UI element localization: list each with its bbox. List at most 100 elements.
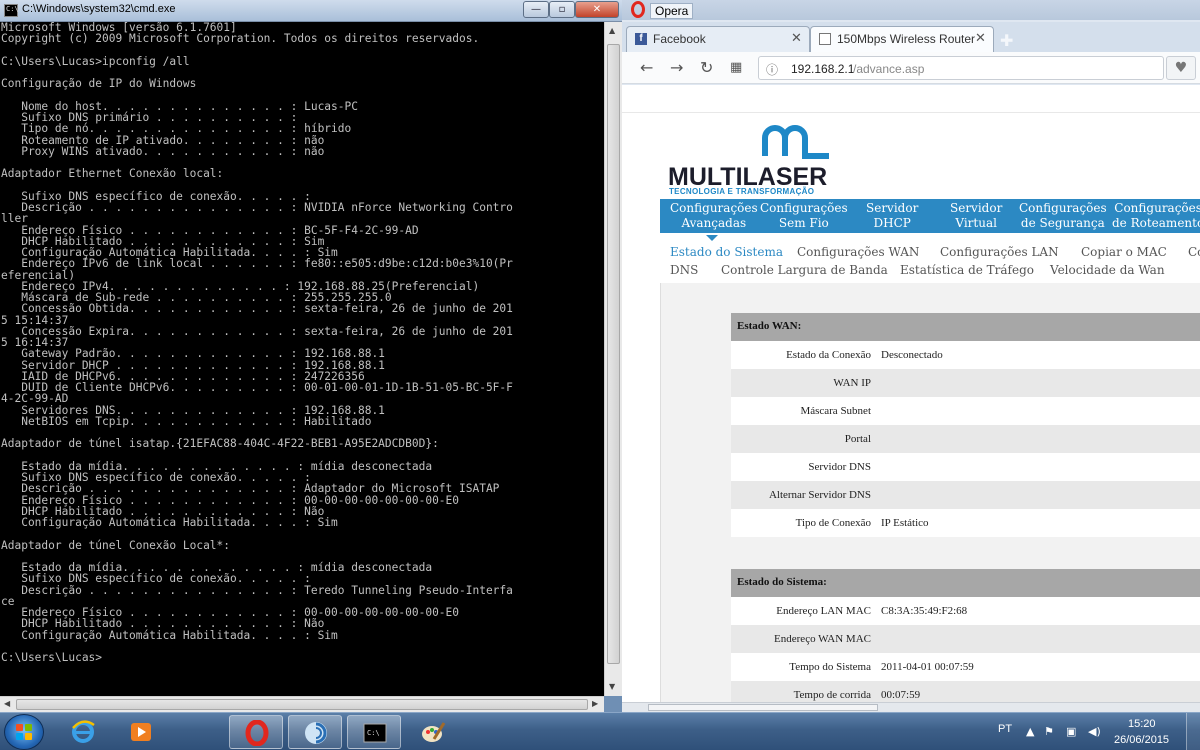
taskbar: C:\ PT ▲ ⚑ ▣ ◀) 15:20 26/06/2015 (0, 712, 1200, 750)
maximize-button[interactable]: ▫ (549, 1, 575, 18)
address-bar[interactable]: ⓘ 192.168.2.1 /advance.asp (758, 56, 1164, 80)
submenu-wan-settings[interactable]: Configurações WAN (797, 245, 919, 259)
scroll-down-icon[interactable]: ▼ (609, 682, 615, 691)
menu-virtual-server[interactable]: Servidor Virtual (950, 201, 1002, 231)
cmd-vertical-scrollbar[interactable]: ▲ ▼ (604, 22, 622, 696)
scroll-right-icon[interactable]: ▶ (592, 699, 598, 708)
speed-dial-icon[interactable]: ▦ (730, 60, 742, 75)
new-tab-icon[interactable]: ✚ (1000, 31, 1013, 50)
taskbar-cmd[interactable]: C:\ (347, 715, 401, 749)
console-line: Concessão Obtida. . . . . . . . . . . . … (1, 302, 513, 316)
opera-window: Opera f Facebook ✕ 150Mbps Wireless Rout… (622, 0, 1200, 712)
submenu-dns[interactable]: DNS (670, 263, 698, 277)
submenu-system-status[interactable]: Estado do Sistema (670, 245, 783, 259)
submenu-bandwidth-control[interactable]: Controle Largura de Banda (721, 263, 888, 277)
paint-icon (422, 722, 446, 742)
console-line: C:\Users\Lucas> (1, 651, 103, 664)
menu-dhcp-server[interactable]: Servidor DHCP (866, 201, 918, 231)
cmd-scroll-thumb[interactable] (607, 44, 620, 664)
page-header: MULTILASER TECNOLOGIA E TRANSFORMAÇÃO (622, 113, 1200, 199)
submenu-more[interactable]: Co (1188, 245, 1200, 259)
clock-date[interactable]: 26/06/2015 (1114, 734, 1169, 746)
console-line: 4-2C-99-AD (1, 392, 69, 406)
action-center-icon[interactable]: ⚑ (1044, 725, 1054, 738)
console-line: Concessão Expira. . . . . . . . . . . . … (1, 324, 513, 338)
table-row: Alternar Servidor DNS (731, 481, 1200, 509)
cmd-horizontal-scrollbar[interactable]: ◀ ▶ (0, 696, 604, 712)
table-row: WAN IP (731, 369, 1200, 397)
facebook-icon: f (635, 33, 647, 45)
opera-horizontal-scrollbar[interactable] (622, 702, 1200, 712)
submenu-mac-clone[interactable]: Copiar o MAC (1081, 245, 1167, 259)
clock-time[interactable]: 15:20 (1128, 718, 1156, 730)
cmd-title-bar[interactable]: C:\ C:\Windows\system32\cmd.exe — ▫ ✕ (0, 0, 622, 22)
menu-security-settings[interactable]: Configurações de Segurança (1019, 201, 1107, 231)
table-row: Tipo de Conexão IP Estático (731, 509, 1200, 537)
minimize-button[interactable]: — (523, 1, 549, 18)
cmd-hscroll-thumb[interactable] (16, 699, 588, 710)
language-indicator[interactable]: PT (998, 723, 1012, 735)
opera-title-bar[interactable]: Opera (622, 0, 1200, 20)
taskbar-internet-explorer[interactable] (56, 715, 110, 749)
navigation-bar: ← → ↻ ▦ ⓘ 192.168.2.1 /advance.asp ♥ (622, 52, 1200, 84)
cmd-window-title: C:\Windows\system32\cmd.exe (22, 3, 176, 15)
heart-icon[interactable]: ♥ (1166, 56, 1196, 80)
show-desktop-button[interactable] (1186, 713, 1200, 750)
console-line: Gateway Padrão. . . . . . . . . . . . . … (1, 347, 385, 361)
table-row: Endereço LAN MAC C8:3A:35:49:F2:68 (731, 597, 1200, 625)
scroll-left-icon[interactable]: ◀ (4, 699, 10, 708)
opera-hscroll-thumb[interactable] (648, 704, 878, 711)
system-status-header: Estado do Sistema: (731, 569, 1200, 597)
volume-icon[interactable]: ◀) (1088, 725, 1101, 738)
site-info-icon[interactable]: ⓘ (766, 61, 778, 78)
main-menu: Configurações Avançadas Configurações Sem … (660, 199, 1200, 233)
back-icon[interactable]: ← (640, 58, 653, 77)
submenu-traffic-statistics[interactable]: Estatística de Tráfego (900, 263, 1034, 277)
cmd-window-icon[interactable]: C:\ (4, 4, 19, 17)
active-caret-icon (706, 235, 718, 241)
menu-wireless-settings[interactable]: Configurações Sem Fio (760, 201, 848, 231)
taskbar-media-player[interactable] (114, 715, 168, 749)
opera-logo-icon[interactable] (631, 1, 645, 18)
console-line: Copyright (c) 2009 Microsoft Corporation… (1, 32, 480, 46)
show-hidden-icons-icon[interactable]: ▲ (1026, 725, 1034, 738)
network-status-icon[interactable]: ▣ (1066, 725, 1076, 738)
table-row: Tempo do Sistema 2011-04-01 00:07:59 (731, 653, 1200, 681)
console-output[interactable]: Microsoft Windows [versão 6.1.7601] Copyr… (0, 22, 604, 696)
taskbar-paint[interactable] (406, 715, 460, 749)
address-path: /advance.asp (853, 62, 925, 76)
taskbar-opera[interactable] (229, 715, 283, 749)
tab-router[interactable]: 150Mbps Wireless Router ✕ (810, 26, 994, 52)
tab-bar: f Facebook ✕ 150Mbps Wireless Router ✕ ✚ (622, 22, 1200, 52)
console-line: Adaptador Ethernet Conexão local: (1, 167, 224, 181)
menu-routing-settings[interactable]: Configurações de Roteamento (1112, 201, 1200, 231)
system-tray: PT ▲ ⚑ ▣ ◀) 15:20 26/06/2015 (990, 713, 1200, 750)
console-line: Descrição . . . . . . . . . . . . . . . … (1, 201, 513, 214)
windows-logo-icon (16, 724, 33, 741)
taskbar-network-app[interactable] (288, 715, 342, 749)
console-line: Endereço IPv6 de link local . . . . . . … (1, 257, 513, 271)
logo-tagline: TECNOLOGIA E TRANSFORMAÇÃO (669, 187, 815, 196)
submenu-wan-speed[interactable]: Velocidade da Wan (1050, 263, 1165, 277)
tab-facebook[interactable]: f Facebook ✕ (626, 26, 810, 52)
close-button[interactable]: ✕ (575, 1, 619, 18)
opera-menu-button[interactable]: Opera (650, 3, 694, 19)
scroll-up-icon[interactable]: ▲ (609, 26, 615, 35)
submenu-lan-settings[interactable]: Configurações LAN (940, 245, 1059, 259)
console-line: Configuração de IP do Windows (1, 77, 197, 91)
close-tab-icon[interactable]: ✕ (975, 31, 986, 46)
reload-icon[interactable]: ↻ (700, 58, 713, 77)
start-button[interactable] (4, 714, 44, 750)
forward-icon[interactable]: → (670, 58, 683, 77)
console-line: C:\Users\Lucas>ipconfig /all (1, 54, 190, 68)
console-text: Microsoft Windows [versão 6.1.7601] Copyr… (0, 22, 604, 663)
table-row: Endereço WAN MAC (731, 625, 1200, 653)
menu-advanced-settings[interactable]: Configurações Avançadas (670, 201, 758, 231)
tab-label: 150Mbps Wireless Router (837, 32, 976, 46)
close-tab-icon[interactable]: ✕ (791, 31, 802, 46)
console-line: Adaptador de túnel isatap.{21EFAC88-404C… (1, 437, 439, 451)
cmd-window: C:\ C:\Windows\system32\cmd.exe — ▫ ✕ Mi… (0, 0, 622, 712)
console-line: Descrição . . . . . . . . . . . . . . . … (1, 482, 500, 496)
table-row: Máscara Subnet (731, 397, 1200, 425)
status-content: Estado WAN: Estado da Conexão Desconectad… (660, 283, 1200, 702)
